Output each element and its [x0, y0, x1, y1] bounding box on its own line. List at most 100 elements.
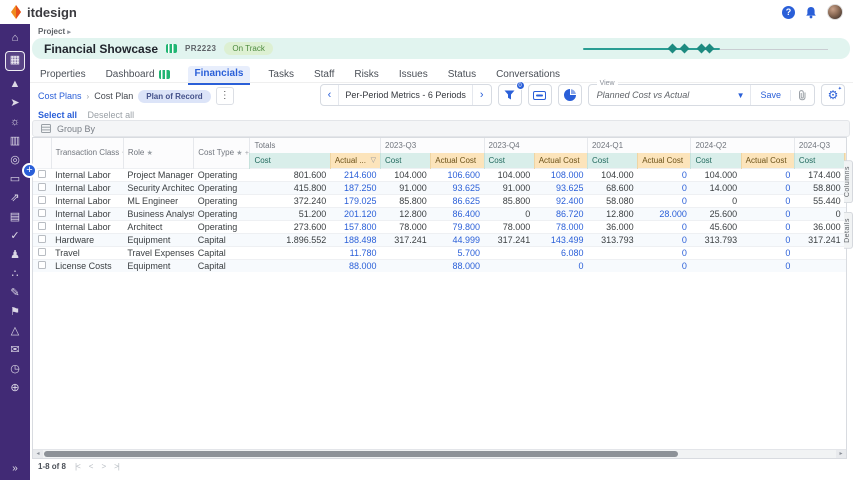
actual-cost-value-cell[interactable]: 0	[741, 246, 794, 259]
bell-icon[interactable]	[805, 6, 817, 19]
sidebar-item-idea-icon[interactable]: ☼	[5, 116, 25, 128]
row-checkbox[interactable]	[38, 248, 46, 256]
sidebar-item-tasks-check-icon[interactable]: ✓	[5, 230, 25, 242]
cost-column-header[interactable]: Cost	[484, 153, 534, 168]
actual-cost-value-cell[interactable]: 0	[741, 168, 794, 181]
row-checkbox[interactable]	[38, 222, 46, 230]
details-panel-tab[interactable]: Details	[844, 212, 853, 249]
actual-cost-value-cell[interactable]: 0	[638, 259, 691, 272]
scroll-left-icon[interactable]: ◂	[33, 450, 43, 458]
user-avatar[interactable]	[827, 4, 843, 20]
next-page-icon[interactable]: >	[101, 462, 105, 471]
cost-column-header[interactable]: Cost	[794, 153, 844, 168]
actual-cost-value-cell[interactable]: 0	[741, 233, 794, 246]
row-checkbox[interactable]	[38, 235, 46, 243]
sidebar-item-clock-icon[interactable]: ◷	[5, 363, 25, 375]
row-checkbox[interactable]	[38, 209, 46, 217]
actual-cost-value-cell[interactable]: 86.625	[431, 194, 484, 207]
actual-cost-value-cell[interactable]: 79.800	[431, 220, 484, 233]
actual-cost-value-cell[interactable]: 93.625	[534, 181, 587, 194]
actual-cost-column-header[interactable]: Actual Cost	[638, 153, 691, 168]
project-health-badge-icon[interactable]	[166, 44, 177, 53]
actual-cost-value-cell[interactable]: 187.250	[330, 181, 380, 194]
sidebar-item-flag-icon[interactable]: ⚑	[5, 306, 25, 318]
actual-cost-value-cell[interactable]: 108.000	[534, 168, 587, 181]
sidebar-item-user-icon[interactable]: ♟	[5, 249, 25, 261]
actual-cost-value-cell[interactable]: 157.800	[330, 220, 380, 233]
actual-cost-value-cell[interactable]: 188.498	[330, 233, 380, 246]
actual-cost-value-cell[interactable]: 201.120	[330, 207, 380, 220]
period-selector-label[interactable]: Per-Period Metrics - 6 Periods	[338, 85, 473, 105]
sidebar-item-hierarchy-icon[interactable]: △	[5, 325, 25, 337]
actual-cost-value-cell[interactable]: 0	[741, 220, 794, 233]
row-checkbox[interactable]	[38, 170, 46, 178]
sidebar-item-clipboard-icon[interactable]: ▤	[5, 211, 25, 223]
deselect-all-link[interactable]: Deselect all	[88, 110, 135, 120]
actual-cost-value-cell[interactable]: 0	[534, 259, 587, 272]
actual-cost-value-cell[interactable]: 5.700	[431, 246, 484, 259]
actual-cost-value-cell[interactable]: 11.780	[330, 246, 380, 259]
actual-cost-value-cell[interactable]: 143.499	[534, 233, 587, 246]
actual-cost-value-cell[interactable]: 0	[638, 233, 691, 246]
sidebar-expand-icon[interactable]: »	[0, 463, 30, 474]
currency-display-button[interactable]	[528, 84, 552, 106]
actual-cost-value-cell[interactable]: 0	[638, 194, 691, 207]
actual-cost-value-cell[interactable]: 0	[638, 168, 691, 181]
select-all-link[interactable]: Select all	[38, 110, 77, 120]
actual-cost-value-cell[interactable]	[845, 259, 847, 272]
first-page-icon[interactable]: |<	[75, 462, 80, 471]
actual-cost-column-header[interactable]: Actual ... ▽	[330, 153, 380, 168]
period-next-button[interactable]: ›	[473, 89, 491, 101]
actual-cost-value-cell[interactable]: 0	[638, 220, 691, 233]
actual-cost-value-cell[interactable]: 0	[638, 246, 691, 259]
horizontal-scrollbar[interactable]: ◂ ▸	[33, 449, 846, 458]
kebab-menu-button[interactable]: ⋮	[216, 87, 234, 105]
sidebar-item-apps-grid-icon[interactable]: ▦	[5, 51, 25, 71]
actual-cost-value-cell[interactable]: 28.000	[638, 207, 691, 220]
actual-cost-value-cell[interactable]: 44.999	[431, 233, 484, 246]
sidebar-item-bar-chart-icon[interactable]: ▥	[5, 135, 25, 147]
save-button[interactable]: Save	[750, 85, 790, 105]
actual-cost-value-cell[interactable]: 93.625	[431, 181, 484, 194]
help-icon[interactable]: ?	[782, 6, 795, 19]
view-selected-value[interactable]: Planned Cost vs Actual	[589, 90, 737, 100]
actual-cost-column-header[interactable]: Actual Cost	[431, 153, 484, 168]
actual-cost-value-cell[interactable]: 78.000	[534, 220, 587, 233]
sidebar-item-home-icon[interactable]: ⌂	[5, 32, 25, 44]
attachment-button[interactable]	[790, 90, 814, 101]
filter-button[interactable]: 0	[498, 84, 522, 106]
scrollbar-thumb[interactable]	[44, 451, 678, 457]
column-header-cost-type[interactable]: Cost Type ★ +	[194, 138, 250, 168]
actual-cost-value-cell[interactable]: 106.600	[431, 168, 484, 181]
cost-column-header[interactable]: Cost	[691, 153, 741, 168]
sidebar-item-target-icon[interactable]: ◎	[5, 154, 25, 166]
breadcrumb[interactable]: Project ▸	[38, 27, 71, 36]
cost-column-header[interactable]: Cost	[587, 153, 637, 168]
breadcrumb-cost-plans[interactable]: Cost Plans	[38, 91, 82, 101]
scroll-right-icon[interactable]: ▸	[836, 450, 846, 458]
chart-view-button[interactable]	[558, 84, 582, 106]
view-dropdown-caret-icon[interactable]: ▼	[737, 91, 751, 100]
actual-cost-value-cell[interactable]: 214.600	[330, 168, 380, 181]
actual-cost-value-cell[interactable]: 88.000	[431, 259, 484, 272]
sidebar-item-portfolio-icon[interactable]: ▲	[5, 78, 25, 90]
actual-cost-value-cell[interactable]: 92.400	[534, 194, 587, 207]
sidebar-item-trend-icon[interactable]: ⇗	[5, 192, 25, 204]
breadcrumb-project[interactable]: Project	[38, 27, 65, 36]
cost-column-header[interactable]: Cost	[381, 153, 431, 168]
sidebar-item-monitor-icon[interactable]: ▭	[5, 173, 25, 185]
cost-column-header[interactable]: Cost	[250, 153, 330, 168]
sidebar-item-document-edit-icon[interactable]: ✎	[5, 287, 25, 299]
actual-cost-value-cell[interactable]: 86.400	[431, 207, 484, 220]
column-header-transaction-class[interactable]: Transaction Class ★	[51, 138, 123, 168]
actual-cost-value-cell[interactable]: 179.025	[330, 194, 380, 207]
add-row-button[interactable]: +	[22, 163, 37, 178]
actual-cost-value-cell[interactable]: 0	[741, 181, 794, 194]
column-filter-icon[interactable]: ▽	[371, 156, 376, 164]
columns-panel-tab[interactable]: Columns	[844, 160, 853, 203]
prev-page-icon[interactable]: <	[89, 462, 93, 471]
group-by-bar[interactable]: Group By	[32, 120, 850, 137]
settings-button[interactable]: ⚙ ✦	[821, 84, 845, 106]
sidebar-item-note-icon[interactable]: ✉	[5, 344, 25, 356]
period-prev-button[interactable]: ‹	[321, 89, 339, 101]
